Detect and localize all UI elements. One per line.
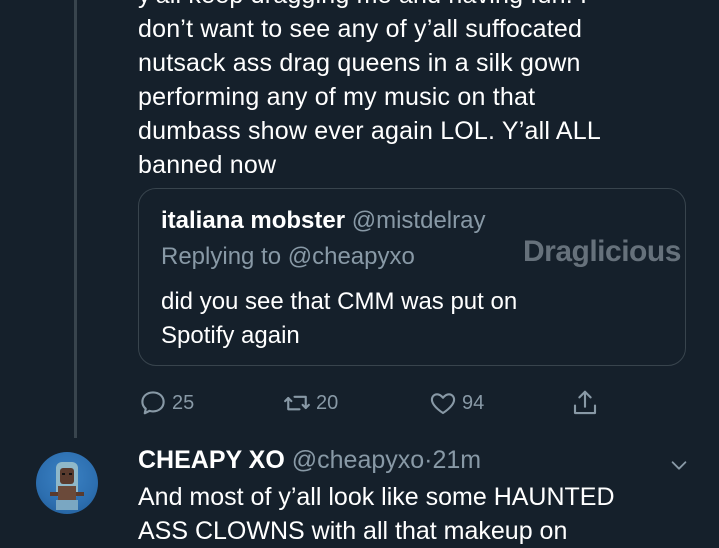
tweet-text: y'all keep dragging me and having fun. I…	[138, 0, 698, 182]
next-tweet-text: And most of y’all look like some HAUNTED…	[138, 480, 698, 548]
quoted-tweet[interactable]: italiana mobster @mistdelray Replying to…	[138, 188, 686, 366]
tweet-line: performing any of my music on that	[138, 83, 536, 111]
tweet-line: don’t want to see any of y’all suffocate…	[138, 15, 583, 43]
retweet-count: 20	[316, 391, 339, 414]
quoted-author-handle: @mistdelray	[351, 207, 486, 234]
tweet-line: And most of y’all look like some HAUNTED	[138, 483, 615, 511]
reply-icon	[141, 391, 165, 415]
tweet-actions: 25 20 94	[138, 388, 608, 424]
quoted-tweet-body: did you see that CMM was put on Spotify …	[161, 285, 517, 353]
tweet-line: dumbass show ever again LOL. Y’all ALL	[138, 117, 601, 145]
next-tweet[interactable]: CHEAPY XO @cheapyxo·21m And most of y’al…	[0, 436, 719, 545]
quoted-author-name: italiana mobster	[161, 207, 346, 234]
share-button[interactable]	[570, 388, 600, 418]
quoted-line: did you see that CMM was put on	[161, 288, 518, 315]
reply-button[interactable]: 25	[138, 388, 194, 418]
reply-count: 25	[172, 391, 195, 414]
replying-to: Replying to @cheapyxo	[161, 243, 415, 270]
avatar-illustration	[50, 462, 84, 510]
separator: ·	[424, 446, 433, 474]
share-icon	[573, 390, 597, 415]
like-count: 94	[462, 391, 485, 414]
avatar[interactable]	[36, 452, 98, 514]
retweet-button[interactable]: 20	[282, 388, 338, 418]
watermark: Draglicious	[523, 235, 681, 268]
thread-line	[74, 0, 77, 438]
author-handle: @cheapyxo	[291, 446, 425, 474]
quoted-tweet-header: italiana mobster @mistdelray	[161, 207, 485, 235]
chevron-down-icon[interactable]	[668, 454, 690, 476]
tweet-line: banned now	[138, 151, 277, 179]
author-name: CHEAPY XO	[138, 446, 285, 474]
like-button[interactable]: 94	[428, 388, 484, 418]
heart-icon	[430, 393, 456, 415]
timestamp: 21m	[432, 446, 482, 474]
tweet-line: nutsack ass drag queens in a silk gown	[138, 49, 581, 77]
retweet-icon	[284, 395, 310, 411]
quoted-line: Spotify again	[161, 322, 300, 349]
tweet-line: y'all keep dragging me and having fun. I	[138, 0, 698, 12]
next-tweet-header: CHEAPY XO @cheapyxo·21m	[138, 446, 481, 475]
tweet-line: ASS CLOWNS with all that makeup on	[138, 517, 568, 545]
